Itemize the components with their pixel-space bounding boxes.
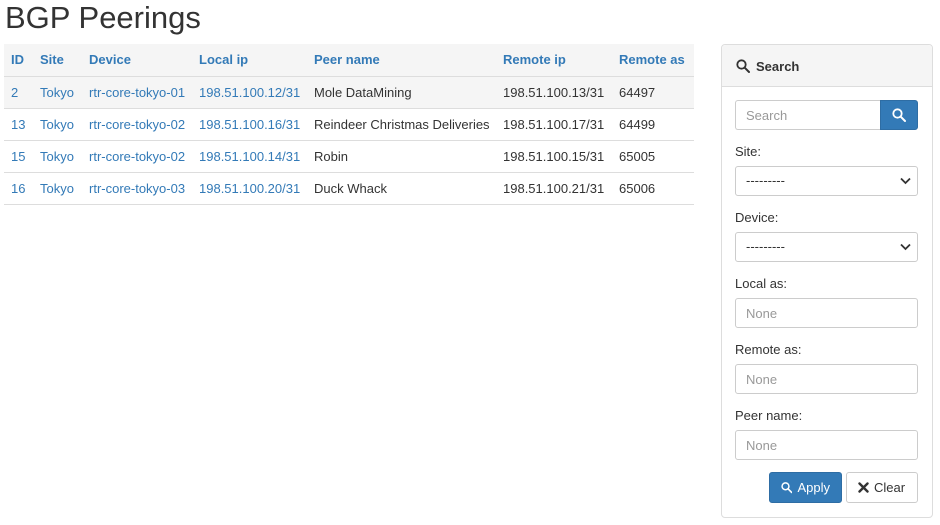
row-id-link[interactable]: 16	[11, 181, 25, 196]
row-local-ip-link[interactable]: 198.51.100.14/31	[199, 149, 300, 164]
table-row: 15 Tokyo rtr-core-tokyo-02 198.51.100.14…	[4, 139, 694, 172]
row-remote-ip: 198.51.100.17/31	[496, 107, 612, 140]
device-select[interactable]: ---------	[735, 232, 918, 262]
remote-as-input[interactable]	[735, 364, 918, 394]
site-select[interactable]: ---------	[735, 166, 918, 196]
search-panel-heading: Search	[722, 45, 932, 87]
search-icon	[736, 59, 750, 73]
site-label: Site:	[735, 144, 762, 159]
clear-button[interactable]: Clear	[846, 472, 918, 503]
peer-name-input[interactable]	[735, 430, 918, 460]
apply-button-label: Apply	[797, 480, 830, 495]
close-icon	[858, 482, 869, 493]
row-site-link[interactable]: Tokyo	[40, 149, 74, 164]
table-row: 13 Tokyo rtr-core-tokyo-02 198.51.100.16…	[4, 107, 694, 140]
row-remote-as: 64497	[612, 75, 694, 108]
search-icon	[892, 108, 906, 122]
row-peer-name: Robin	[307, 139, 496, 172]
column-header-id[interactable]: ID	[4, 44, 33, 76]
peerings-table: ID Site Device Local ip Peer name Remote…	[4, 44, 694, 205]
column-header-remote-ip[interactable]: Remote ip	[496, 44, 612, 76]
peer-name-label: Peer name:	[735, 408, 803, 423]
row-remote-as: 65006	[612, 171, 694, 205]
row-local-ip-link[interactable]: 198.51.100.12/31	[199, 85, 300, 100]
search-input[interactable]	[735, 100, 880, 130]
row-id-link[interactable]: 2	[11, 85, 18, 100]
column-header-remote-as[interactable]: Remote as	[612, 44, 694, 76]
peerings-table-container: ID Site Device Local ip Peer name Remote…	[4, 44, 694, 205]
row-remote-ip: 198.51.100.13/31	[496, 75, 612, 108]
column-header-local-ip[interactable]: Local ip	[192, 44, 307, 76]
remote-as-label: Remote as:	[735, 342, 802, 357]
search-input-group	[735, 100, 918, 130]
site-select-value: ---------	[746, 173, 785, 188]
search-actions: Apply Clear	[769, 472, 918, 503]
row-remote-as: 64499	[612, 107, 694, 140]
row-local-ip-link[interactable]: 198.51.100.16/31	[199, 117, 300, 132]
column-header-device[interactable]: Device	[82, 44, 192, 76]
column-header-site[interactable]: Site	[33, 44, 82, 76]
search-panel-title: Search	[756, 59, 800, 74]
table-row: 2 Tokyo rtr-core-tokyo-01 198.51.100.12/…	[4, 75, 694, 108]
row-peer-name: Reindeer Christmas Deliveries	[307, 107, 496, 140]
table-row: 16 Tokyo rtr-core-tokyo-03 198.51.100.20…	[4, 171, 694, 205]
device-label: Device:	[735, 210, 779, 225]
row-device-link[interactable]: rtr-core-tokyo-01	[89, 85, 185, 100]
search-submit-button[interactable]	[880, 100, 918, 130]
chevron-down-icon	[900, 177, 911, 185]
row-site-link[interactable]: Tokyo	[40, 181, 74, 196]
row-id-link[interactable]: 13	[11, 117, 25, 132]
row-id-link[interactable]: 15	[11, 149, 25, 164]
search-icon	[781, 482, 793, 494]
page-title: BGP Peerings	[5, 0, 201, 35]
search-panel: Search Site: --------- Device: ---------	[721, 44, 933, 518]
row-peer-name: Mole DataMining	[307, 75, 496, 108]
row-device-link[interactable]: rtr-core-tokyo-02	[89, 117, 185, 132]
device-select-value: ---------	[746, 239, 785, 254]
local-as-label: Local as:	[735, 276, 788, 291]
apply-button[interactable]: Apply	[769, 472, 842, 503]
column-header-peer-name[interactable]: Peer name	[307, 44, 496, 76]
row-device-link[interactable]: rtr-core-tokyo-03	[89, 181, 185, 196]
row-site-link[interactable]: Tokyo	[40, 85, 74, 100]
row-remote-ip: 198.51.100.15/31	[496, 139, 612, 172]
row-local-ip-link[interactable]: 198.51.100.20/31	[199, 181, 300, 196]
search-panel-body: Site: --------- Device: --------- Local …	[722, 87, 932, 460]
row-remote-as: 65005	[612, 139, 694, 172]
row-remote-ip: 198.51.100.21/31	[496, 171, 612, 205]
local-as-input[interactable]	[735, 298, 918, 328]
table-header-row: ID Site Device Local ip Peer name Remote…	[4, 44, 694, 76]
row-device-link[interactable]: rtr-core-tokyo-02	[89, 149, 185, 164]
row-peer-name: Duck Whack	[307, 171, 496, 205]
row-site-link[interactable]: Tokyo	[40, 117, 74, 132]
chevron-down-icon	[900, 243, 911, 251]
clear-button-label: Clear	[874, 480, 906, 495]
